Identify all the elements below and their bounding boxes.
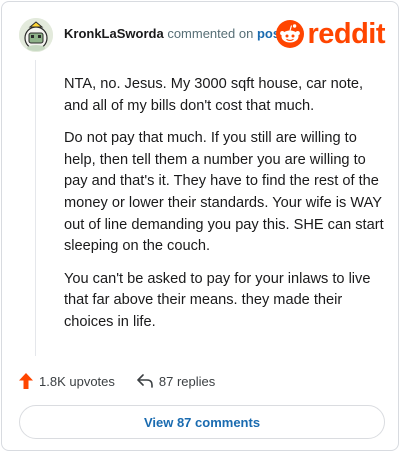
view-comments-button[interactable]: View 87 comments [19, 405, 385, 439]
upvote-button[interactable]: 1.8K upvotes [19, 373, 115, 389]
reply-count: 87 replies [158, 373, 216, 389]
comment-meta: KronkLaSworda commented on post [64, 26, 284, 41]
comment-actions: 1.8K upvotes 87 replies [19, 370, 237, 392]
action-text: commented on [167, 26, 254, 41]
username-link[interactable]: KronkLaSworda [64, 26, 164, 41]
comment-body: NTA, no. Jesus. My 3000 sqft house, car … [64, 74, 384, 345]
avatar[interactable] [19, 18, 53, 52]
replies-button[interactable]: 87 replies [137, 374, 215, 389]
upvote-arrow-icon [19, 373, 33, 389]
reddit-logo[interactable]: reddit [276, 19, 385, 49]
thread-line[interactable] [35, 60, 36, 356]
reddit-snoo-icon [276, 20, 305, 48]
comment-paragraph: NTA, no. Jesus. My 3000 sqft house, car … [64, 76, 364, 114]
comment-header: KronkLaSworda commented on post reddit [19, 18, 385, 58]
brand-wordmark: reddit [307, 18, 385, 50]
comment-card: KronkLaSworda commented on post reddit N… [1, 1, 399, 451]
reply-arrow-icon [137, 374, 153, 388]
comment-paragraph: You can't be asked to pay for your inlaw… [64, 270, 371, 330]
comment-paragraph: Do not pay that much. If you still are w… [64, 130, 384, 255]
upvote-count: 1.8K upvotes [39, 373, 115, 389]
